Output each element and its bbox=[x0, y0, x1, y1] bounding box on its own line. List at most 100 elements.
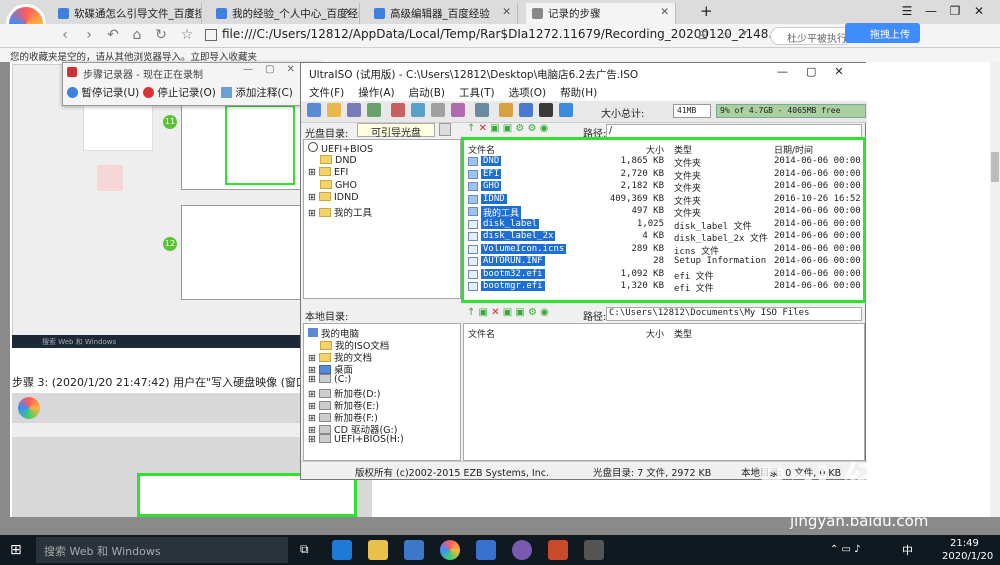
local-file-list[interactable]: 文件名 大小 类型 bbox=[463, 323, 865, 461]
help-toolbar-icon[interactable] bbox=[559, 103, 573, 117]
disc-path-input[interactable]: / bbox=[606, 124, 862, 138]
file-row[interactable]: disk_label_2x 4 KB disk_label_2x 文件 2014-06… bbox=[464, 231, 861, 244]
clock-date[interactable]: 2020/1/20 bbox=[942, 551, 993, 562]
add-comment-button[interactable]: 添加注释(C) bbox=[221, 85, 293, 100]
file-row[interactable]: bootm32.efi 1,092 KB efi 文件 2014-06-06 00:0… bbox=[464, 268, 861, 282]
properties-icon[interactable] bbox=[499, 103, 513, 117]
extract-icon[interactable] bbox=[391, 103, 405, 117]
tab-editor[interactable]: 高级编辑器_百度经验 ✕ bbox=[368, 3, 518, 24]
disc-file-list[interactable]: 文件名 大小 类型 日期/时间 DND 1,865 KB 文件夹 2014-06-06… bbox=[461, 137, 866, 303]
close-icon[interactable]: ✕ bbox=[186, 6, 195, 18]
col-name[interactable]: 文件名 bbox=[468, 327, 495, 340]
tree-node[interactable]: DND bbox=[320, 155, 357, 166]
file-row[interactable]: bootmgr.efi 1,320 KB efi 文件 2014-06-06 00:0… bbox=[464, 281, 861, 294]
store-icon[interactable] bbox=[404, 540, 424, 560]
app-icon[interactable] bbox=[476, 540, 496, 560]
start-icon[interactable]: ⊞ bbox=[10, 542, 22, 558]
favorites-bar[interactable]: 您的收藏夹是空的，请从其他浏览器导入。立即导入收藏夹 bbox=[0, 48, 1000, 63]
upload-button[interactable]: 拖拽上传 bbox=[845, 23, 920, 43]
tree-node-root[interactable]: UEFI+BIOS bbox=[308, 142, 373, 155]
menu-actions[interactable]: 操作(A) bbox=[350, 83, 400, 100]
tab-my-experience[interactable]: 我的经验_个人中心_百度经验 ✕ bbox=[210, 3, 360, 24]
close-icon[interactable]: ✕ bbox=[344, 6, 353, 18]
menu-options[interactable]: 选项(O) bbox=[501, 83, 552, 100]
tree-node[interactable]: ⊞ IDND bbox=[308, 192, 359, 203]
file-row[interactable]: IDND 409,369 KB 文件夹 2016-10-26 16:52 bbox=[464, 193, 861, 207]
tree-node[interactable]: ⊞ (C:) bbox=[308, 374, 351, 385]
file-row[interactable]: GHO 2,182 KB 文件夹 2014-06-06 00:00 bbox=[464, 181, 861, 194]
tree-node[interactable]: ⊞ EFI bbox=[308, 167, 348, 178]
taskbar-search[interactable]: 搜索 Web 和 Windows bbox=[36, 537, 288, 563]
tab-search[interactable]: 软碟通怎么引导文件_百度搜索 ✕ bbox=[52, 3, 202, 24]
ultraiso-window-controls[interactable]: —▢✕ bbox=[777, 65, 862, 78]
burn-icon[interactable] bbox=[431, 103, 445, 117]
menu-help[interactable]: 帮助(H) bbox=[552, 83, 603, 100]
close-icon[interactable]: ✕ bbox=[502, 6, 511, 18]
maximize-button[interactable]: ❐ bbox=[943, 4, 967, 18]
search-input[interactable]: 杜少平被执行 bbox=[770, 27, 852, 45]
app-icon[interactable] bbox=[548, 540, 568, 560]
system-tray-icons[interactable]: ⌃ ▭ ♪ bbox=[830, 544, 861, 555]
disc-type-field[interactable]: 可引导光盘 bbox=[357, 123, 435, 139]
dropdown-icon[interactable]: ▾ bbox=[742, 28, 747, 39]
steps-recorder-icon[interactable] bbox=[584, 540, 604, 560]
info-icon[interactable] bbox=[519, 103, 533, 117]
add-files-icon[interactable] bbox=[411, 103, 425, 117]
local-path-input[interactable]: C:\Users\12812\Documents\My ISO Files bbox=[606, 307, 862, 321]
col-size[interactable]: 大小 bbox=[646, 143, 664, 156]
disc-nav-icons[interactable]: ↑ ✕ ▣ ▣ ⚙ ⚙ ◉ bbox=[467, 123, 548, 134]
col-type[interactable]: 类型 bbox=[674, 143, 692, 156]
disc-type-button[interactable] bbox=[439, 123, 451, 136]
ime-indicator[interactable]: 中 bbox=[902, 542, 913, 558]
forward-icon[interactable]: › bbox=[80, 27, 98, 45]
edge-icon[interactable] bbox=[332, 540, 352, 560]
file-row[interactable]: DND 1,865 KB 文件夹 2014-06-06 00:00 bbox=[464, 156, 861, 169]
stop-recording-button[interactable]: 停止记录(O) bbox=[143, 85, 216, 100]
open-icon[interactable] bbox=[327, 103, 341, 117]
exit-icon[interactable] bbox=[539, 103, 553, 117]
file-row[interactable]: disk_label 1,025 disk_label 文件 2014-06-06 0… bbox=[464, 218, 861, 232]
col-date[interactable]: 日期/时间 bbox=[774, 143, 813, 156]
menu-tools[interactable]: 工具(T) bbox=[451, 83, 501, 100]
col-name[interactable]: 文件名 bbox=[468, 143, 495, 156]
compress-icon[interactable] bbox=[475, 103, 489, 117]
disc-tree[interactable]: UEFI+BIOS DND ⊞ EFI GHO ⊞ IDND ⊞ 我的工具 bbox=[303, 139, 461, 299]
home-icon[interactable]: ⌂ bbox=[128, 27, 146, 45]
refresh-icon[interactable]: ↻ bbox=[152, 27, 170, 45]
scroll-thumb[interactable] bbox=[991, 152, 999, 182]
clock-time[interactable]: 21:49 bbox=[950, 538, 979, 549]
close-window-button[interactable]: ✕ bbox=[967, 4, 991, 18]
tree-node[interactable]: GHO bbox=[320, 180, 357, 191]
minimize-button[interactable]: — bbox=[919, 4, 943, 18]
close-icon[interactable]: ✕ bbox=[660, 6, 669, 18]
file-explorer-icon[interactable] bbox=[368, 540, 388, 560]
tree-node[interactable]: ⊞ UEFI+BIOS(H:) bbox=[308, 434, 404, 445]
new-icon[interactable] bbox=[307, 103, 321, 117]
recorder-window-controls[interactable]: —▢✕ bbox=[243, 64, 307, 75]
undo-icon[interactable]: ↶ bbox=[104, 27, 122, 45]
back-icon[interactable]: ‹ bbox=[56, 27, 74, 45]
pause-recording-button[interactable]: 暂停记录(U) bbox=[67, 85, 139, 100]
save-icon[interactable] bbox=[347, 103, 361, 117]
menu-bootable[interactable]: 启动(B) bbox=[401, 83, 451, 100]
menu-file[interactable]: 文件(F) bbox=[301, 83, 350, 100]
ultraiso-icon[interactable] bbox=[512, 540, 532, 560]
col-size[interactable]: 大小 bbox=[646, 327, 664, 340]
file-row[interactable]: VolumeIcon.icns 289 KB icns 文件 2014-06-06 0… bbox=[464, 243, 861, 257]
local-tree[interactable]: 我的电脑 我的ISO文档 ⊞ 我的文档 ⊞ 桌面 ⊞ (C:) ⊞ 新加卷(D:… bbox=[303, 323, 461, 461]
favorite-icon[interactable]: ☆ bbox=[720, 28, 731, 42]
mount-icon[interactable] bbox=[451, 103, 465, 117]
col-type[interactable]: 类型 bbox=[674, 327, 692, 340]
browser-icon[interactable] bbox=[440, 540, 460, 560]
scrollbar[interactable] bbox=[990, 62, 1000, 517]
bookmark-star-icon[interactable]: ☆ bbox=[178, 27, 196, 45]
file-row[interactable]: AUTORUN.INF 28 Setup Information 2014-06-06… bbox=[464, 256, 861, 269]
reader-icon[interactable]: ⊞ bbox=[698, 28, 708, 42]
menu-button[interactable]: ☰ bbox=[895, 4, 919, 18]
tab-recorded-steps[interactable]: 记录的步骤 ✕ bbox=[526, 3, 676, 24]
file-row[interactable]: 我的工具 497 KB 文件夹 2014-06-06 00:00 bbox=[464, 206, 861, 219]
new-tab-button[interactable]: + bbox=[700, 2, 713, 20]
save-as-icon[interactable] bbox=[367, 103, 381, 117]
task-view-icon[interactable]: ⧉ bbox=[300, 542, 309, 557]
tree-node[interactable]: ⊞ 我的工具 bbox=[308, 205, 372, 219]
